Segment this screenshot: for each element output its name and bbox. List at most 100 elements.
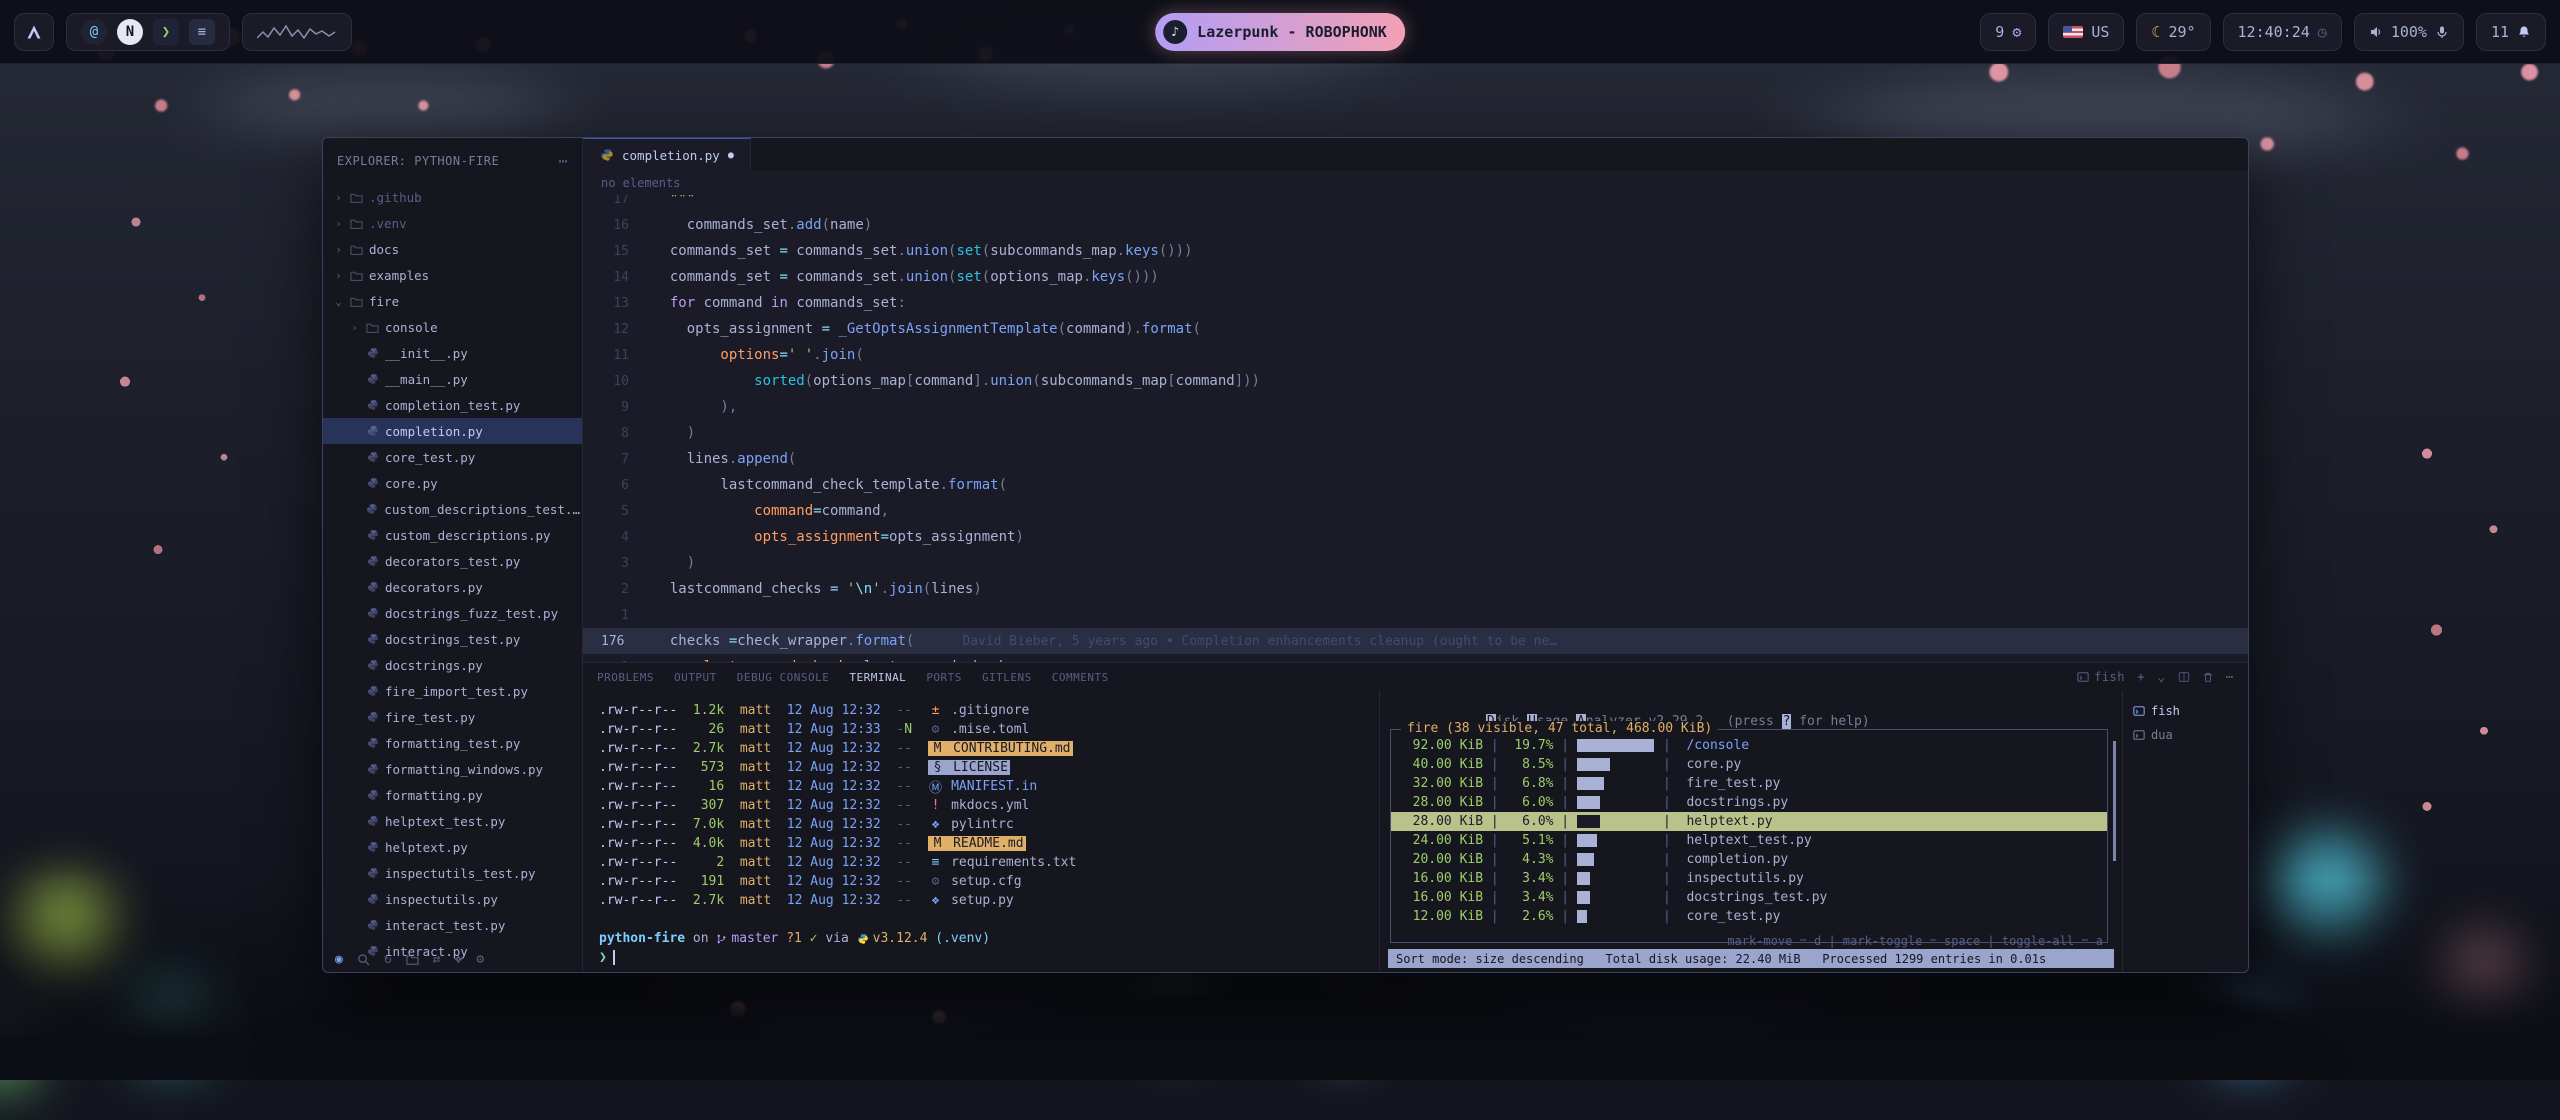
split-terminal-button[interactable] (2178, 671, 2190, 683)
explorer-file-core.py[interactable]: core.py (323, 470, 582, 496)
license-file-icon: § (930, 760, 946, 775)
panel-tab-gitlens[interactable]: GITLENS (982, 671, 1032, 684)
panel-tab-comments[interactable]: COMMENTS (1052, 671, 1109, 684)
explorer-file-decorators.py[interactable]: decorators.py (323, 574, 582, 600)
file-label: inspectutils.py (385, 892, 498, 907)
manifest-file-icon: Ⓜ (928, 777, 944, 796)
kill-terminal-button[interactable] (2202, 671, 2214, 683)
taskbar-app-terminal-app[interactable]: ❯ (153, 19, 179, 45)
dua-row-fire_test.py[interactable]: 32.00 KiB|6.8%|| fire_test.py (1391, 774, 2107, 793)
ls-row: .rw-r--r--2.7kmatt12 Aug 12:32--❖setup.p… (599, 891, 1379, 910)
usage-bar (1577, 758, 1655, 771)
explorer-file-formatting_windows.py[interactable]: formatting_windows.py (323, 756, 582, 782)
breadcrumb[interactable]: no elements (583, 171, 2248, 195)
explorer-file-__init__.py[interactable]: __init__.py (323, 340, 582, 366)
code-line-16: 16 commands_set.add(name) (583, 212, 2248, 238)
refresh-icon[interactable]: ↻ (384, 952, 392, 967)
file-label: formatting_test.py (385, 736, 520, 751)
extensions-icon[interactable]: ❖ (454, 952, 462, 967)
explorer-file-inspectutils_test.py[interactable]: inspectutils_test.py (323, 860, 582, 886)
git-file-icon: ± (928, 703, 944, 718)
dua-row-helptext_test.py[interactable]: 24.00 KiB|5.1%|| helptext_test.py (1391, 831, 2107, 850)
explorer-file-__main__.py[interactable]: __main__.py (323, 366, 582, 392)
python-file-icon (599, 148, 614, 162)
code-text: for command in commands_set: (653, 295, 906, 311)
ls-output: .rw-r--r--1.2kmatt12 Aug 12:32--±.gitign… (599, 701, 1379, 910)
dua-row-inspectutils.py[interactable]: 16.00 KiB|3.4%|| inspectutils.py (1391, 869, 2107, 888)
dua-scrollbar[interactable] (2113, 741, 2116, 861)
explorer-file-custom_descriptions.py[interactable]: custom_descriptions.py (323, 522, 582, 548)
panel-tab-terminal[interactable]: TERMINAL (849, 671, 906, 684)
explorer-file-completion.py[interactable]: completion.py (323, 418, 582, 444)
explorer-folder-console[interactable]: ›console (323, 314, 582, 340)
launcher-button[interactable] (14, 13, 54, 51)
code-editor[interactable]: 17 """16 commands_set.add(name)15 comman… (583, 195, 2248, 662)
explorer-file-docstrings_fuzz_test.py[interactable]: docstrings_fuzz_test.py (323, 600, 582, 626)
taskbar-app-notes-app[interactable]: ≡ (189, 19, 215, 45)
file-label: docstrings_fuzz_test.py (385, 606, 558, 621)
arch-logo-icon (25, 24, 43, 40)
file-label: __main__.py (385, 372, 468, 387)
explorer-file-fire_import_test.py[interactable]: fire_import_test.py (323, 678, 582, 704)
dua-row-docstrings.py[interactable]: 28.00 KiB|6.0%|| docstrings.py (1391, 793, 2107, 812)
explorer-file-helptext_test.py[interactable]: helptext_test.py (323, 808, 582, 834)
python-file-icon (365, 347, 380, 359)
dua-row-console[interactable]: 92.00 KiB|19.7%|| /console (1391, 736, 2107, 755)
panel-tab-debug-console[interactable]: DEBUG CONSOLE (737, 671, 830, 684)
dua-row-docstrings_test.py[interactable]: 16.00 KiB|3.4%|| docstrings_test.py (1391, 888, 2107, 907)
terminal-session-dua[interactable]: dua (2123, 723, 2248, 747)
explorer-file-completion_test.py[interactable]: completion_test.py (323, 392, 582, 418)
dua-row-core_test.py[interactable]: 12.00 KiB|2.6%|| core_test.py (1391, 907, 2107, 926)
explorer-file-core_test.py[interactable]: core_test.py (323, 444, 582, 470)
updates-module[interactable]: 9 ⚙ (1980, 13, 2036, 51)
audio-module[interactable]: 100% (2354, 13, 2464, 51)
panel-more-button[interactable]: ⋯ (2226, 670, 2234, 685)
explorer-folder-fire[interactable]: ⌄fire (323, 288, 582, 314)
explorer-folder-docs[interactable]: ›docs (323, 236, 582, 262)
dua-row-core.py[interactable]: 40.00 KiB|8.5%|| core.py (1391, 755, 2107, 774)
panel-tab-problems[interactable]: PROBLEMS (597, 671, 654, 684)
terminal-dua-pane[interactable]: Disk Usage Analyzer v2.29.2 (press ? for… (1379, 691, 2122, 972)
remote-indicator-icon[interactable]: ◉ (335, 952, 343, 967)
dua-row-helptext.py[interactable]: 28.00 KiB|6.0%|| helptext.py (1391, 812, 2107, 831)
terminal-fish-pane[interactable]: .rw-r--r--1.2kmatt12 Aug 12:32--±.gitign… (583, 691, 1379, 972)
explorer-file-custom_descriptions_test.py[interactable]: custom_descriptions_test.py (323, 496, 582, 522)
taskbar-app-swirl-app[interactable]: @ (81, 19, 107, 45)
media-player-pill[interactable]: ♪ Lazerpunk - ROBOPHONK (1155, 13, 1405, 51)
explorer-folder-examples[interactable]: ›examples (323, 262, 582, 288)
explorer-file-interact_test.py[interactable]: interact_test.py (323, 912, 582, 938)
shell-profile-label[interactable]: fish (2077, 670, 2125, 684)
swap-icon[interactable]: ⇄ (433, 952, 441, 967)
explorer-more-icon[interactable]: ⋯ (558, 152, 568, 170)
explorer-file-helptext.py[interactable]: helptext.py (323, 834, 582, 860)
search-icon[interactable] (357, 953, 370, 966)
ls-row: .rw-r--r--4.0kmatt12 Aug 12:32--MREADME.… (599, 834, 1379, 853)
settings-gear-icon[interactable]: ⚙ (476, 952, 484, 967)
taskbar-app-n-app[interactable]: N (117, 19, 143, 45)
weather-module[interactable]: ☾ 29° (2136, 13, 2210, 51)
clock-module[interactable]: 12:40:24 ◷ (2223, 13, 2342, 51)
dua-row-completion.py[interactable]: 20.00 KiB|4.3%|| completion.py (1391, 850, 2107, 869)
explorer-file-fire_test.py[interactable]: fire_test.py (323, 704, 582, 730)
notifications-module[interactable]: 11 (2476, 13, 2546, 51)
terminal-dropdown-chevron-icon[interactable]: ⌄ (2157, 670, 2165, 685)
system-graph-widget[interactable] (242, 13, 352, 51)
terminal-session-fish[interactable]: fish (2123, 699, 2248, 723)
explorer-file-docstrings_test.py[interactable]: docstrings_test.py (323, 626, 582, 652)
new-terminal-button[interactable]: + (2137, 670, 2145, 685)
panel-tab-ports[interactable]: PORTS (926, 671, 962, 684)
explorer-folder-.venv[interactable]: ›.venv (323, 210, 582, 236)
folder-icon[interactable] (406, 953, 419, 966)
explorer-file-formatting.py[interactable]: formatting.py (323, 782, 582, 808)
code-text: ) (653, 425, 695, 441)
shell-input-line[interactable]: ❯ (599, 948, 1379, 967)
explorer-file-decorators_test.py[interactable]: decorators_test.py (323, 548, 582, 574)
explorer-file-inspectutils.py[interactable]: inspectutils.py (323, 886, 582, 912)
tab-completion-py[interactable]: completion.py ● (583, 138, 751, 171)
explorer-file-docstrings.py[interactable]: docstrings.py (323, 652, 582, 678)
file-label: custom_descriptions_test.py (384, 502, 582, 517)
explorer-folder-.github[interactable]: ›.github (323, 184, 582, 210)
panel-tab-output[interactable]: OUTPUT (674, 671, 717, 684)
keyboard-layout-module[interactable]: US (2048, 13, 2124, 51)
explorer-file-formatting_test.py[interactable]: formatting_test.py (323, 730, 582, 756)
